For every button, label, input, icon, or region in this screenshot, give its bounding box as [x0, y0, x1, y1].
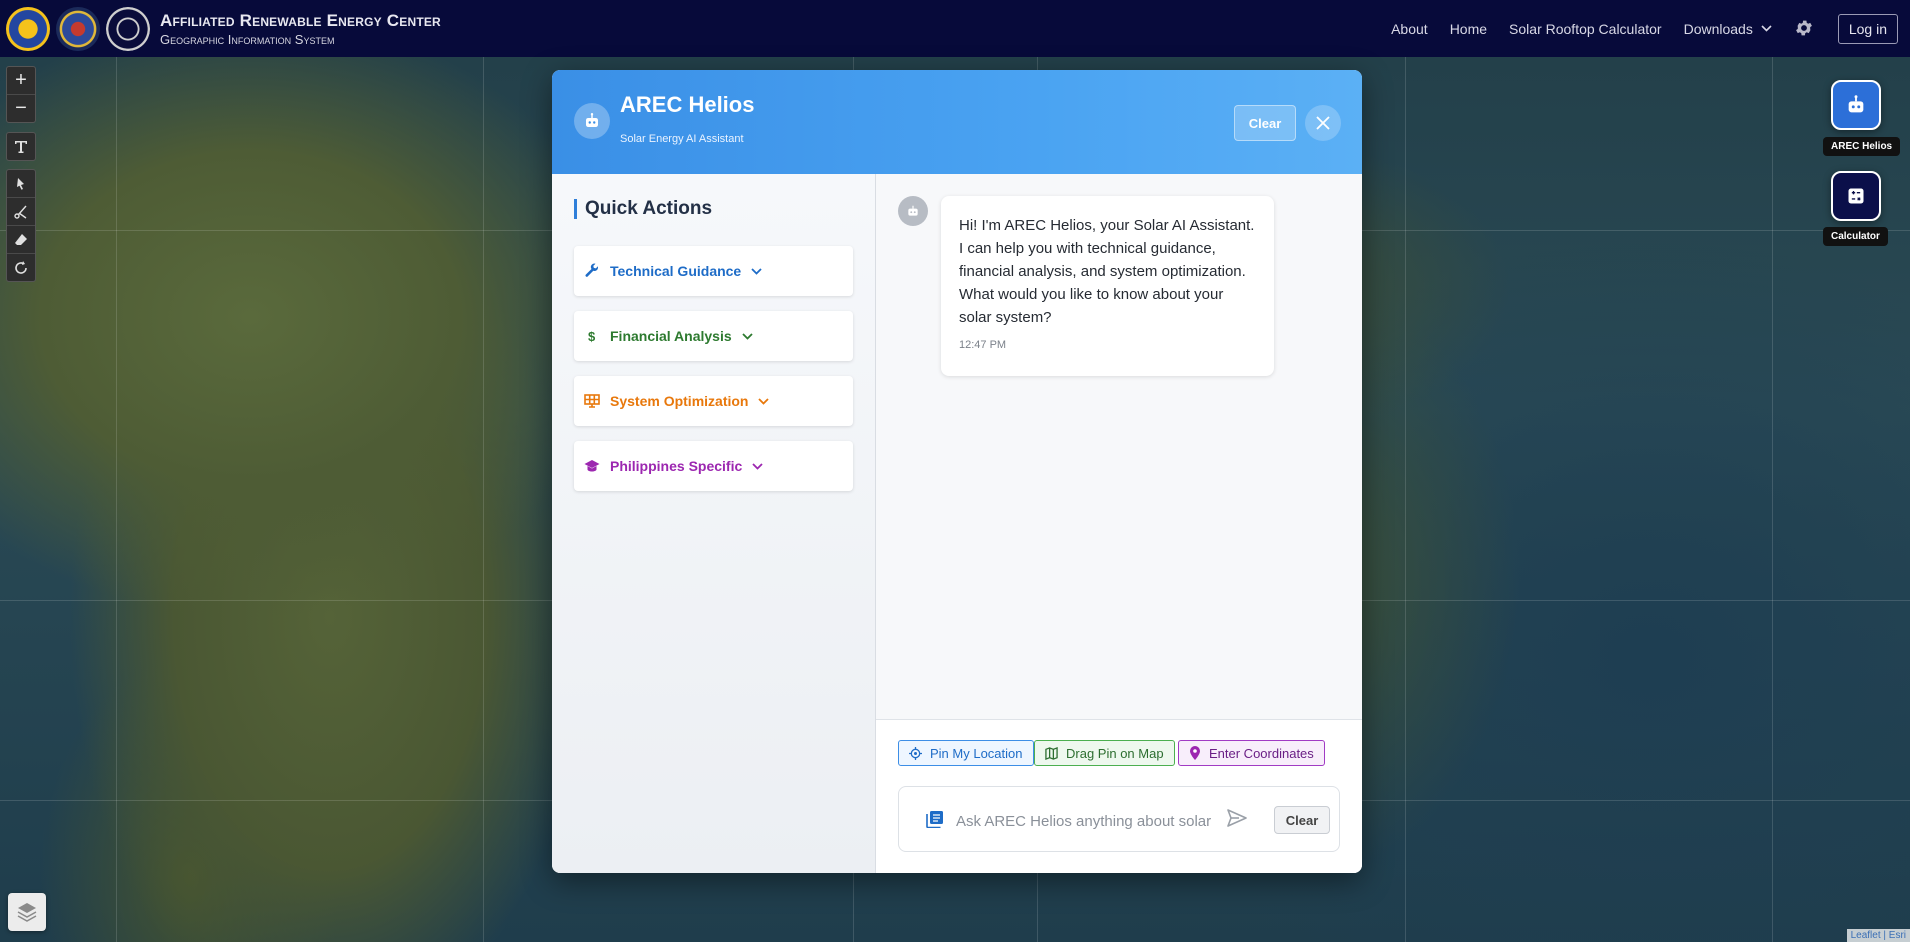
arec-helios-fab[interactable] — [1831, 80, 1881, 130]
message-timestamp: 12:47 PM — [959, 339, 1007, 351]
quick-action-system-optimization[interactable]: System Optimization — [574, 376, 853, 426]
bot-avatar — [898, 196, 928, 226]
close-button[interactable] — [1305, 105, 1341, 141]
zoom-control: + − — [6, 66, 36, 123]
logo-group — [6, 6, 150, 51]
helios-chat-modal: AREC Helios Solar Energy AI Assistant Cl… — [552, 70, 1362, 873]
chat-input-area: Pin My Location Drag Pin on Map Enter Co… — [876, 719, 1362, 873]
site-subtitle: Geographic Information System — [160, 31, 335, 47]
text-tool-icon[interactable] — [7, 133, 35, 160]
close-icon — [1316, 116, 1330, 130]
map-icon — [1045, 746, 1058, 760]
quick-action-label: Technical Guidance — [610, 263, 742, 279]
enter-coordinates-button[interactable]: Enter Coordinates — [1178, 740, 1325, 766]
chat-input-box: Clear — [898, 786, 1340, 852]
solar-panel-icon — [584, 394, 600, 408]
nav-downloads-label: Downloads — [1683, 20, 1753, 37]
login-button[interactable]: Log in — [1837, 13, 1898, 44]
map-pin-icon — [1190, 746, 1200, 760]
nav-calculator-link[interactable]: Solar Rooftop Calculator — [1509, 21, 1662, 37]
drag-pin-button[interactable]: Drag Pin on Map — [1034, 740, 1175, 766]
chat-messages-area[interactable]: Hi! I'm AREC Helios, your Solar AI Assis… — [876, 174, 1362, 719]
quick-action-philippines-specific[interactable]: Philippines Specific — [574, 441, 853, 491]
draw-toolbar — [6, 132, 36, 161]
calculator-fab-label: Calculator — [1823, 227, 1888, 246]
modal-title: AREC Helios — [620, 92, 755, 117]
svg-text:$: $ — [588, 329, 596, 344]
eraser-icon[interactable] — [7, 226, 35, 254]
doe-seal-logo — [56, 6, 100, 51]
helios-avatar — [574, 103, 610, 139]
nav-home-link[interactable]: Home — [1450, 21, 1487, 37]
library-book-icon[interactable] — [926, 810, 944, 828]
graticule-line — [1405, 57, 1406, 942]
bot-message-text: Hi! I'm AREC Helios, your Solar AI Assis… — [959, 217, 1255, 326]
map-attribution[interactable]: Leaflet | Esri — [1846, 929, 1910, 942]
chat-message-input[interactable] — [954, 805, 1216, 837]
nav-about-link[interactable]: About — [1391, 21, 1428, 37]
chevron-down-icon — [758, 397, 770, 405]
wrench-icon — [585, 263, 598, 277]
modal-header: AREC Helios Solar Energy AI Assistant Cl… — [552, 70, 1362, 174]
chip-label: Pin My Location — [930, 745, 1023, 761]
nav-downloads-dropdown[interactable]: Downloads — [1684, 21, 1772, 37]
header-clear-button[interactable]: Clear — [1234, 105, 1296, 141]
zoom-out-button[interactable]: − — [7, 95, 35, 122]
site-title: Affiliated Renewable Energy Center — [160, 10, 441, 30]
main-nav: About Home Solar Rooftop Calculator Down… — [1391, 0, 1898, 57]
arec-helios-fab-label: AREC Helios — [1823, 137, 1901, 156]
chip-label: Drag Pin on Map — [1066, 745, 1164, 761]
calculator-icon — [1848, 188, 1864, 204]
chevron-down-icon — [752, 462, 763, 470]
pin-my-location-button[interactable]: Pin My Location — [898, 740, 1034, 766]
chip-label: Enter Coordinates — [1209, 745, 1314, 761]
quick-action-label: System Optimization — [610, 393, 749, 409]
layers-control-button[interactable] — [8, 893, 46, 931]
quick-action-financial-analysis[interactable]: $ Financial Analysis — [574, 311, 853, 361]
modal-body: Quick Actions Technical Guidance $ Finan… — [552, 174, 1362, 873]
quick-action-label: Financial Analysis — [610, 328, 732, 344]
chevron-down-icon — [751, 267, 762, 275]
top-navbar: Affiliated Renewable Energy Center Geogr… — [0, 0, 1910, 57]
robot-icon — [1848, 95, 1864, 113]
graticule-line — [116, 57, 117, 942]
chevron-down-icon — [742, 332, 753, 340]
scissors-icon[interactable] — [7, 198, 35, 226]
quick-actions-title: Quick Actions — [574, 199, 712, 219]
graduation-cap-icon — [584, 460, 600, 472]
graticule-line — [483, 57, 484, 942]
bot-message-bubble: Hi! I'm AREC Helios, your Solar AI Assis… — [941, 196, 1274, 376]
calculator-fab[interactable] — [1831, 171, 1881, 221]
layers-icon — [17, 903, 37, 922]
input-clear-button[interactable]: Clear — [1274, 806, 1330, 834]
rotate-icon[interactable] — [7, 254, 35, 281]
quick-actions-panel: Quick Actions Technical Guidance $ Finan… — [552, 174, 876, 873]
edit-toolbar — [6, 169, 36, 282]
robot-icon — [908, 205, 918, 216]
crosshair-icon — [909, 746, 922, 760]
chevron-down-icon — [1761, 25, 1772, 32]
arec-logo — [6, 6, 50, 51]
quick-action-label: Philippines Specific — [610, 458, 743, 474]
send-icon[interactable] — [1227, 809, 1247, 827]
zoom-in-button[interactable]: + — [7, 67, 35, 95]
dollar-icon: $ — [588, 329, 596, 344]
site-brand: Affiliated Renewable Energy Center Geogr… — [160, 12, 441, 46]
modal-subtitle: Solar Energy AI Assistant — [620, 133, 744, 145]
university-seal-logo — [106, 6, 150, 51]
move-tool-icon[interactable] — [7, 170, 35, 198]
quick-action-technical-guidance[interactable]: Technical Guidance — [574, 246, 853, 296]
graticule-line — [1772, 57, 1773, 942]
gear-icon[interactable] — [1794, 18, 1816, 40]
robot-icon — [586, 113, 598, 127]
